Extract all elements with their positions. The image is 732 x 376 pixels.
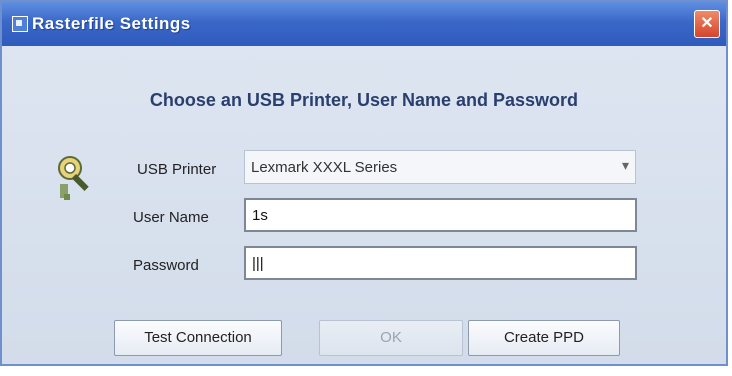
chevron-down-icon[interactable]: ▾ [622, 157, 629, 174]
usb-printer-value: Lexmark XXXL Series [251, 159, 398, 176]
title-bar[interactable]: Rasterfile Settings ✕ [2, 2, 726, 46]
dialog-heading: Choose an USB Printer, User Name and Pas… [149, 90, 579, 110]
test-connection-button[interactable]: Test Connection [114, 320, 282, 356]
dialog-content: Choose an USB Printer, User Name and Pas… [2, 46, 726, 364]
password-input[interactable] [244, 246, 637, 280]
user-name-input[interactable] [244, 198, 637, 232]
user-name-label: User Name [133, 209, 209, 226]
close-button[interactable]: ✕ [694, 10, 720, 38]
window-icon [12, 16, 28, 32]
window-title: Rasterfile Settings [32, 14, 191, 33]
usb-printer-select[interactable]: Lexmark XXXL Series ▾ [244, 150, 636, 184]
key-magnifier-icon [58, 156, 89, 200]
settings-dialog: Rasterfile Settings ✕ Choose an USB Prin… [0, 0, 728, 366]
ok-button[interactable]: OK [319, 320, 463, 356]
password-label: Password [133, 257, 199, 274]
create-ppd-button[interactable]: Create PPD [468, 320, 620, 356]
close-icon: ✕ [700, 15, 714, 32]
usb-printer-label: USB Printer [137, 161, 217, 178]
